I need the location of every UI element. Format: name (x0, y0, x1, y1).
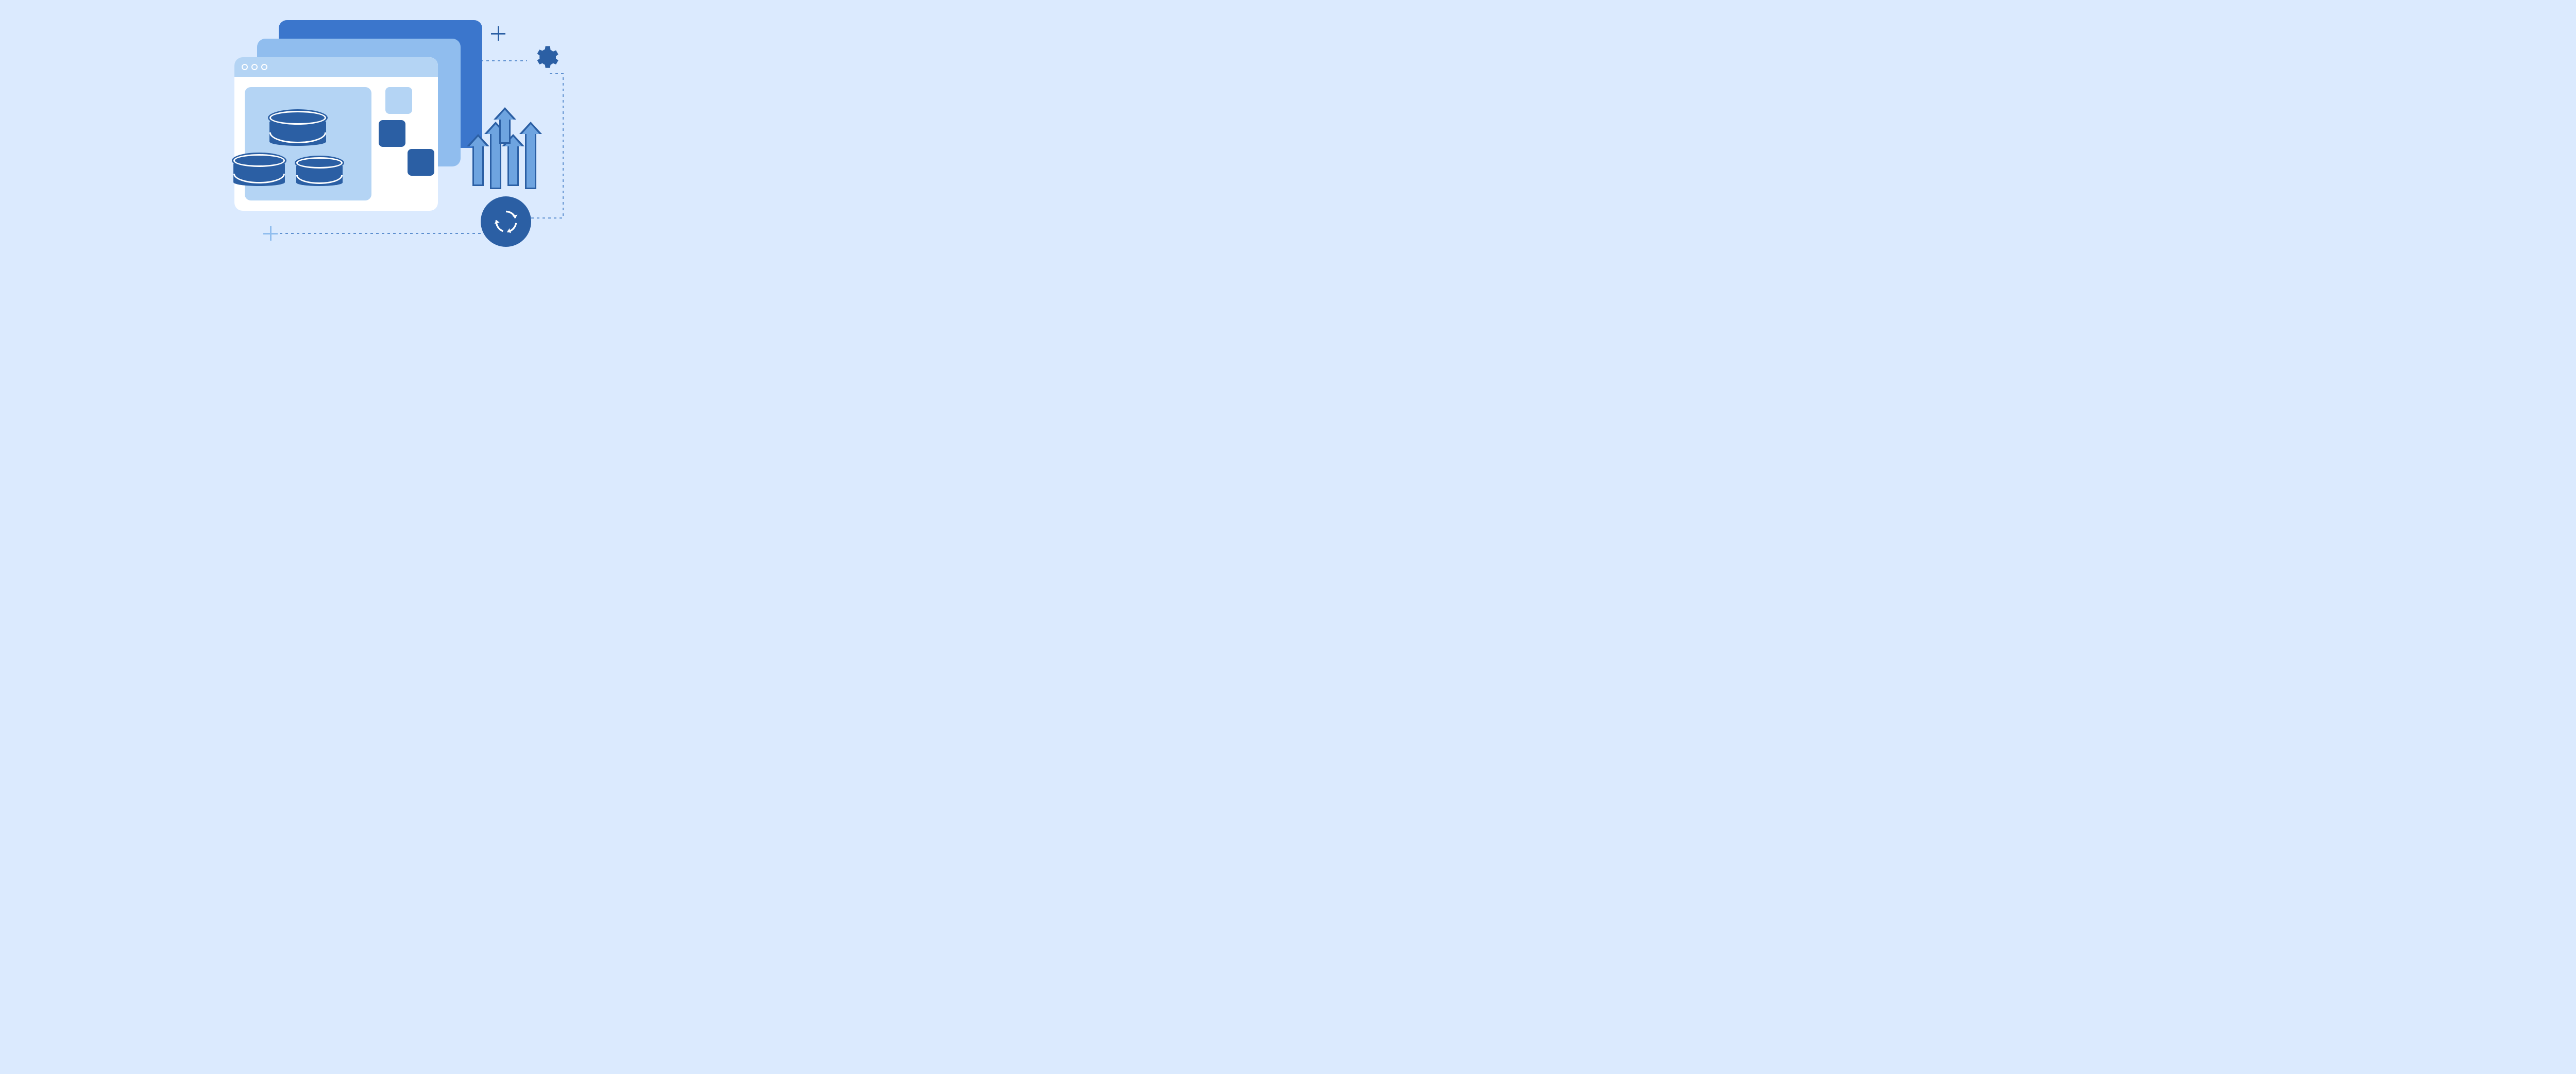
window-control-dot (242, 64, 248, 70)
database-cylinder-icon (269, 111, 326, 146)
window-titlebar (234, 57, 438, 77)
sync-cycle-icon (481, 196, 531, 247)
upward-arrows-group (468, 114, 545, 202)
gear-icon (531, 44, 559, 74)
window-control-dot (261, 64, 267, 70)
tech-illustration (202, 12, 589, 264)
database-cylinder-icon (233, 154, 285, 186)
plus-icon (491, 26, 505, 41)
arrow-up-icon (472, 145, 484, 186)
tile-dark (408, 149, 434, 176)
plus-icon (263, 226, 278, 241)
arrow-up-icon (499, 118, 511, 144)
window-control-dot (251, 64, 258, 70)
arrow-up-icon (507, 145, 519, 186)
arrow-up-icon (525, 132, 536, 189)
tile-light (385, 87, 412, 114)
database-cylinder-icon (296, 157, 343, 186)
browser-window-front (234, 57, 438, 211)
tile-dark (379, 120, 405, 147)
